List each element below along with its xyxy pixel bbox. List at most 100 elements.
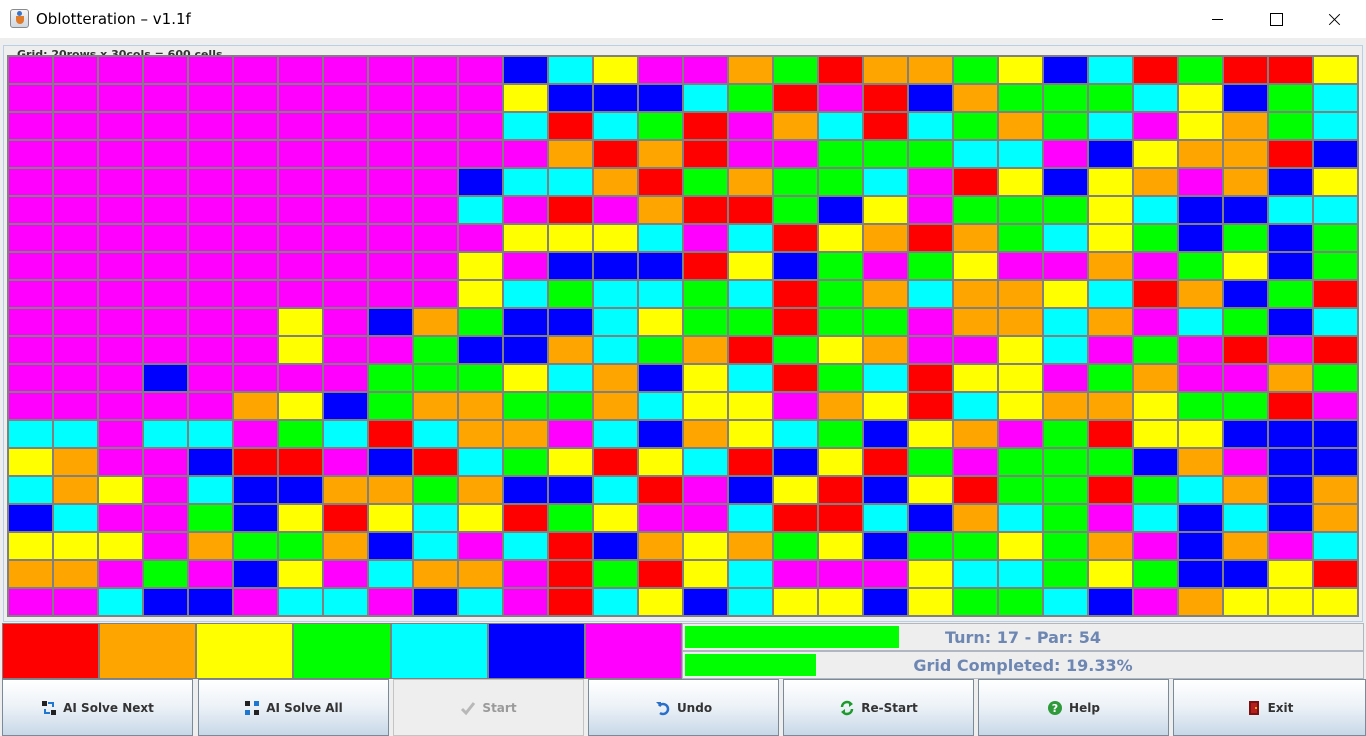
grid-cell [594, 225, 637, 251]
grid-cell [189, 449, 232, 475]
grid-cell [324, 281, 367, 307]
grid-cell [774, 449, 817, 475]
exit-button[interactable]: Exit [1173, 679, 1366, 736]
svg-text:?: ? [1052, 702, 1058, 715]
grid-cell [504, 393, 547, 419]
grid-cell [684, 393, 727, 419]
grid-cell [144, 281, 187, 307]
color-swatch-magenta[interactable] [585, 624, 681, 678]
grid-cell [324, 505, 367, 531]
ai-solve-next-button[interactable]: AI Solve Next [2, 679, 193, 736]
grid-cell [1089, 477, 1132, 503]
grid-cell [999, 309, 1042, 335]
grid-cell [99, 281, 142, 307]
grid-cell [189, 309, 232, 335]
grid-cell [1089, 197, 1132, 223]
grid-cell [1224, 421, 1267, 447]
grid-cell [864, 505, 907, 531]
grid-cell [594, 337, 637, 363]
grid-cell [684, 197, 727, 223]
grid-cell [1179, 197, 1222, 223]
grid-cell [1224, 197, 1267, 223]
grid-cell [1179, 309, 1222, 335]
grid-cell [9, 561, 52, 587]
grid-cell [414, 85, 457, 111]
grid-cell [324, 85, 367, 111]
grid-cell [54, 561, 97, 587]
grid-cell [1179, 421, 1222, 447]
grid-cell [1314, 505, 1357, 531]
exit-icon [1246, 700, 1262, 716]
grid-cell [144, 141, 187, 167]
grid-cell [909, 197, 952, 223]
grid-cell [369, 141, 412, 167]
color-swatch-blue[interactable] [488, 624, 584, 678]
grid-cell [1179, 589, 1222, 615]
grid-cell [684, 113, 727, 139]
grid-cell [909, 505, 952, 531]
color-swatch-cyan[interactable] [391, 624, 487, 678]
status-panel: Turn: 17 - Par: 54 Grid Completed: 19.33… [682, 623, 1364, 679]
grid-cell [1269, 225, 1312, 251]
grid-cell [819, 449, 862, 475]
color-swatch-yellow[interactable] [197, 624, 293, 678]
close-button[interactable] [1304, 0, 1362, 38]
grid-cell [594, 561, 637, 587]
grid-cell [549, 141, 592, 167]
grid-cell [909, 561, 952, 587]
color-swatch-red[interactable] [3, 624, 99, 678]
grid-cell [954, 393, 997, 419]
grid-cell [144, 337, 187, 363]
grid-cell [774, 85, 817, 111]
grid-cell [864, 477, 907, 503]
grid-cell [549, 281, 592, 307]
grid-cell [1134, 393, 1177, 419]
grid-cell [729, 505, 772, 531]
grid-cell [1179, 113, 1222, 139]
grid-cell [549, 169, 592, 195]
grid-cell [54, 421, 97, 447]
grid-cell [189, 281, 232, 307]
help-button[interactable]: ? Help [978, 679, 1169, 736]
grid-cell [279, 57, 322, 83]
completion-status: Grid Completed: 19.33% [682, 651, 1364, 679]
grid-cell [324, 141, 367, 167]
grid-cell [189, 365, 232, 391]
restart-button[interactable]: Re-Start [783, 679, 974, 736]
grid-cell [1134, 505, 1177, 531]
grid-cell [684, 365, 727, 391]
grid-cell [324, 225, 367, 251]
grid-cell [189, 253, 232, 279]
grid-cell [1134, 113, 1177, 139]
undo-button[interactable]: Undo [588, 679, 779, 736]
grid-cell [279, 421, 322, 447]
minimize-button[interactable] [1188, 0, 1246, 38]
color-swatch-orange[interactable] [100, 624, 196, 678]
grid-cell [549, 505, 592, 531]
grid-cell [1269, 421, 1312, 447]
grid-cell [999, 85, 1042, 111]
grid-cell [639, 533, 682, 559]
grid-cell [459, 533, 502, 559]
title-bar[interactable]: Oblotteration – v1.1f [0, 0, 1366, 38]
grid-cell [1134, 85, 1177, 111]
ai-solve-all-button[interactable]: AI Solve All [198, 679, 389, 736]
grid-cell [594, 421, 637, 447]
grid-cell [369, 113, 412, 139]
start-button[interactable]: Start [393, 679, 584, 736]
maximize-button[interactable] [1246, 0, 1304, 38]
grid-cell [144, 169, 187, 195]
grid-cell [189, 505, 232, 531]
grid-cell [369, 253, 412, 279]
grid-cell [999, 505, 1042, 531]
grid-cell [189, 85, 232, 111]
grid-cell [594, 85, 637, 111]
grid-cell [234, 85, 277, 111]
ai-all-icon [244, 700, 260, 716]
grid-cell [1089, 365, 1132, 391]
grid-cell [504, 365, 547, 391]
refresh-icon [839, 700, 855, 716]
java-app-icon[interactable] [10, 9, 29, 28]
color-swatch-green[interactable] [294, 624, 390, 678]
grid-cell [1134, 281, 1177, 307]
